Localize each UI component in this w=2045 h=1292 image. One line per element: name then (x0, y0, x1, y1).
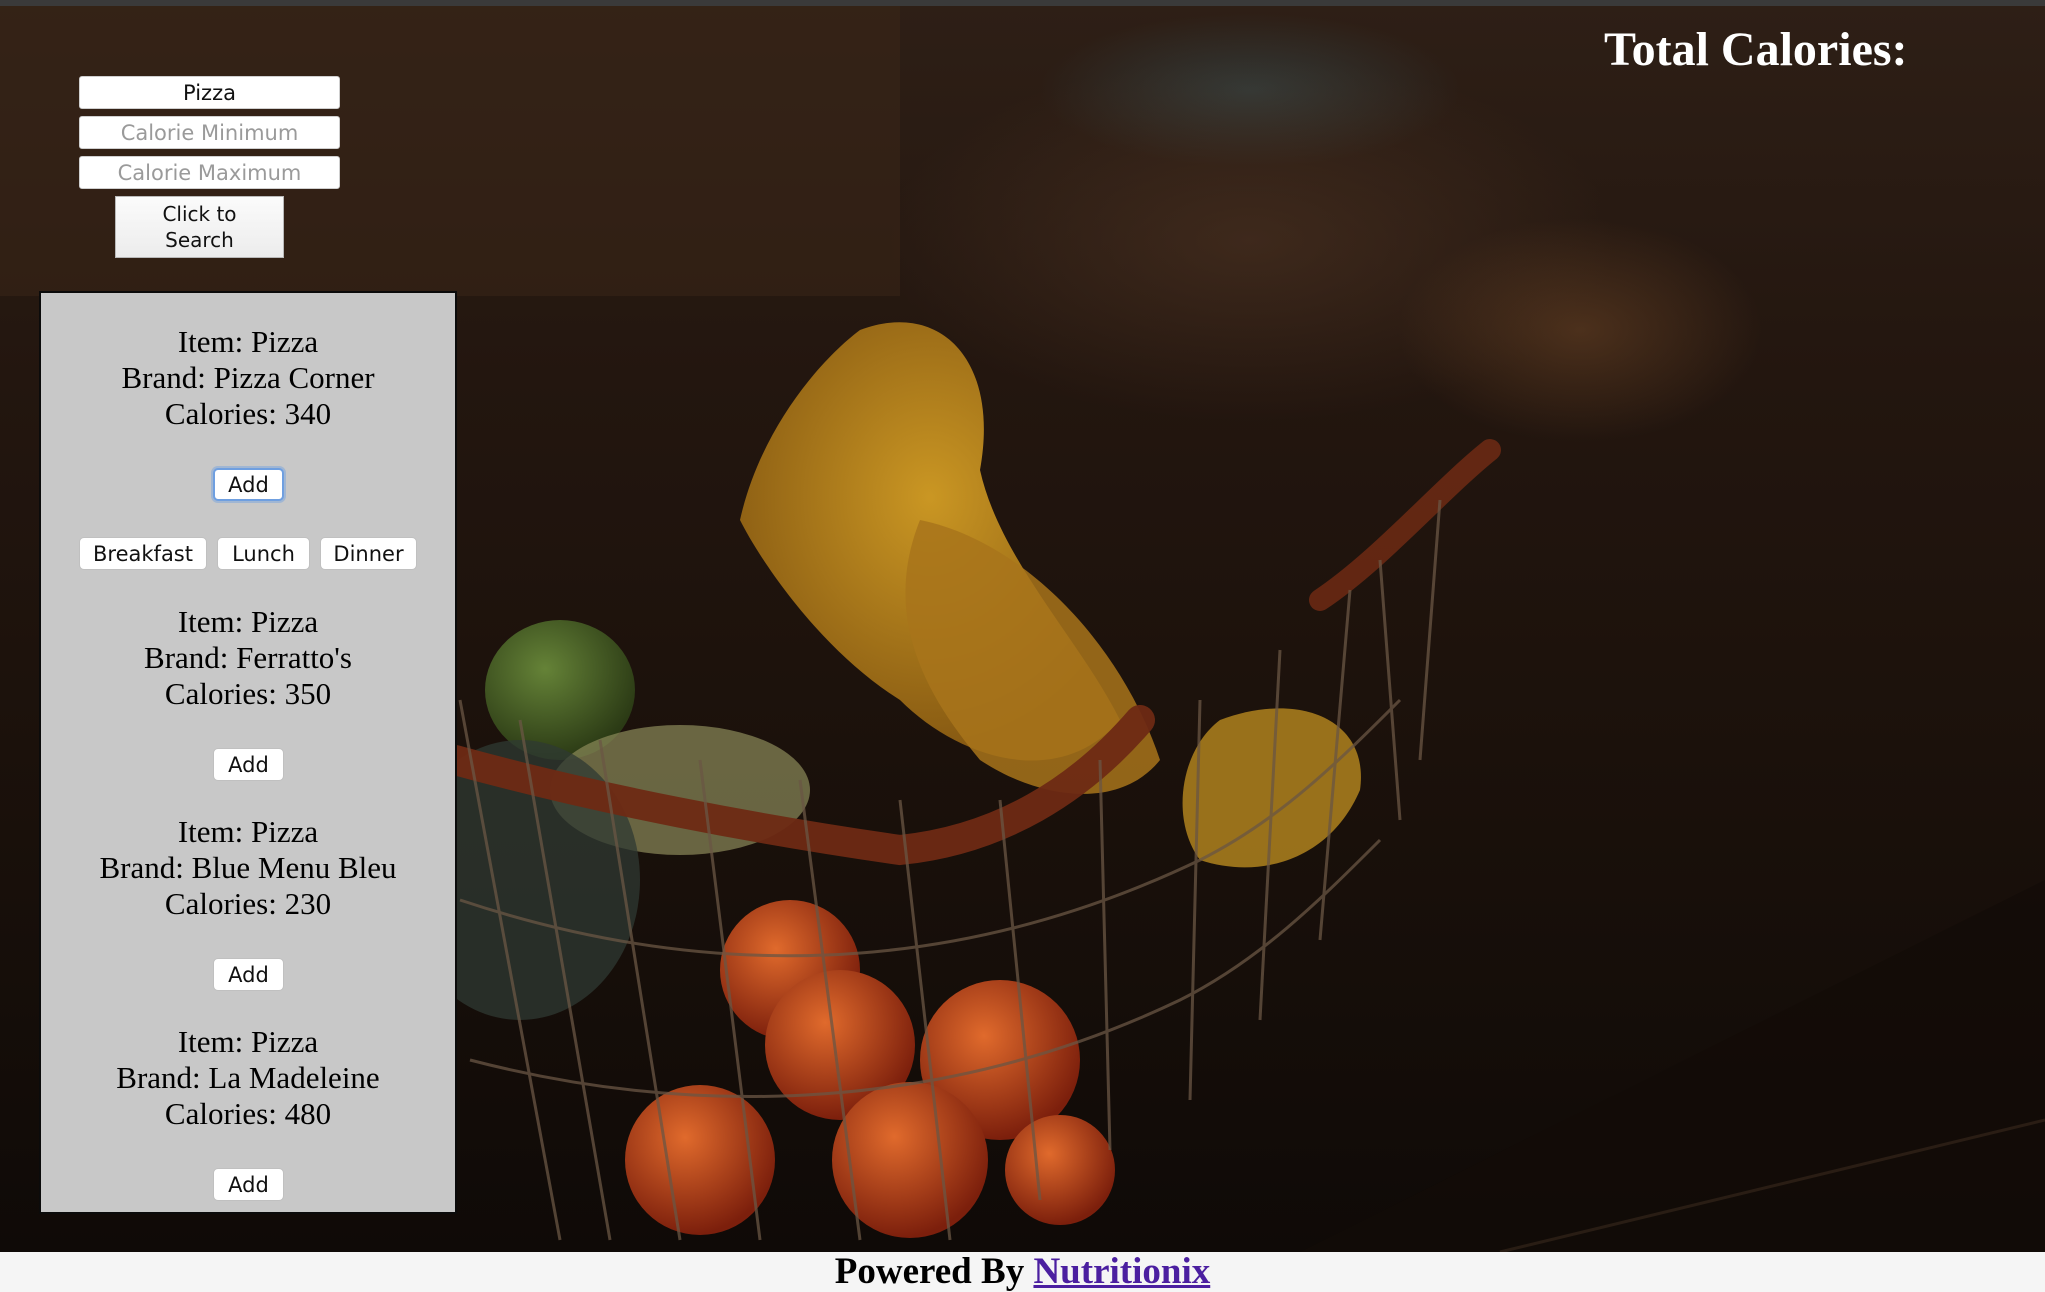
result-brand: Brand: La Madeleine (116, 1060, 380, 1095)
footer-prefix: Powered By (834, 1251, 1034, 1292)
calorie-minimum-input[interactable] (79, 116, 340, 149)
result-item: Item: Pizza Brand: Ferratto's Calories: … (41, 604, 455, 712)
result-item: Item: Pizza Brand: Pizza Corner Calories… (41, 324, 455, 432)
results-panel: Item: Pizza Brand: Pizza Corner Calories… (39, 291, 457, 1214)
result-item-name: Item: Pizza (177, 324, 319, 359)
result-calories: Calories: 340 (164, 396, 332, 431)
food-search-input[interactable] (79, 76, 340, 109)
meal-dinner-button[interactable]: Dinner (320, 537, 417, 570)
add-button[interactable]: Add (213, 1168, 284, 1201)
total-calories-heading: Total Calories: (1604, 23, 1908, 76)
add-button[interactable]: Add (213, 958, 284, 991)
result-brand: Brand: Pizza Corner (121, 360, 375, 395)
result-brand: Brand: Ferratto's (144, 640, 352, 675)
result-item: Item: Pizza Brand: Blue Menu Bleu Calori… (41, 814, 455, 922)
result-item-name: Item: Pizza (177, 1024, 319, 1059)
add-button[interactable]: Add (213, 468, 284, 501)
result-calories: Calories: 230 (164, 886, 332, 921)
browser-top-edge (0, 0, 2045, 6)
result-item-name: Item: Pizza (177, 814, 319, 849)
footer: Powered By Nutritionix (0, 1252, 2045, 1292)
add-button[interactable]: Add (213, 748, 284, 781)
result-brand: Brand: Blue Menu Bleu (99, 850, 397, 885)
search-button[interactable]: Click to Search (115, 196, 284, 258)
meal-lunch-button[interactable]: Lunch (217, 537, 310, 570)
result-calories: Calories: 350 (164, 676, 332, 711)
calorie-maximum-input[interactable] (79, 156, 340, 189)
result-item: Item: Pizza Brand: La Madeleine Calories… (41, 1024, 455, 1132)
meal-breakfast-button[interactable]: Breakfast (79, 537, 207, 570)
result-item-name: Item: Pizza (177, 604, 319, 639)
result-calories: Calories: 480 (164, 1096, 332, 1131)
nutritionix-link[interactable]: Nutritionix (1033, 1251, 1210, 1292)
